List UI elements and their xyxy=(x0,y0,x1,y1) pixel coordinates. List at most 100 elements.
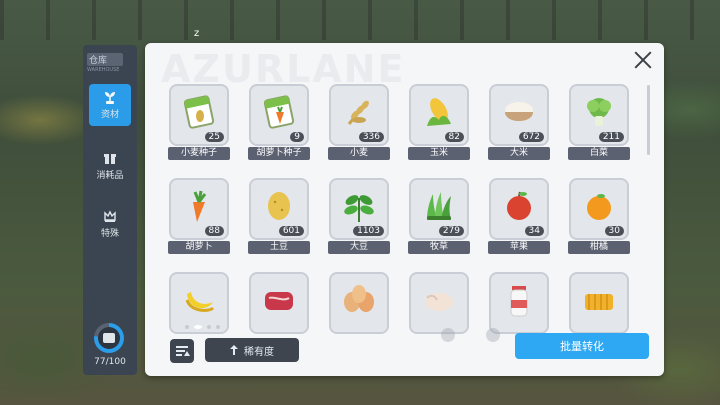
item-card: 25 xyxy=(169,84,229,146)
item-slot[interactable] xyxy=(408,272,470,334)
warehouse-panel: AZURLANE 25 小麦种子 9 胡萝卜种子 336 小麦 82 玉米 67… xyxy=(145,43,664,376)
item-name: 胡萝卜种子 xyxy=(248,147,310,160)
item-quantity: 30 xyxy=(604,226,624,236)
item-quantity: 9 xyxy=(290,132,304,142)
item-slot[interactable] xyxy=(488,272,550,334)
tab-consumables[interactable]: 消耗品 xyxy=(89,145,131,187)
item-slot[interactable]: 1103 大豆 xyxy=(328,178,390,254)
batch-convert-button[interactable]: 批量转化 xyxy=(515,333,649,359)
batch-convert-label: 批量转化 xyxy=(560,340,604,353)
item-slot[interactable]: 672 大米 xyxy=(488,84,550,160)
milk-bottle-icon xyxy=(510,286,528,317)
tab-special[interactable]: 特殊 xyxy=(89,203,131,245)
page-dot xyxy=(185,325,189,329)
filter-list-icon xyxy=(176,346,190,356)
item-card: 9 xyxy=(249,84,309,146)
item-slot[interactable]: 34 苹果 xyxy=(488,178,550,254)
background-hud-icon xyxy=(441,328,455,342)
item-slot[interactable]: 336 小麦 xyxy=(328,84,390,160)
filter-button[interactable] xyxy=(170,339,194,363)
item-quantity: 34 xyxy=(524,226,544,236)
tab-materials[interactable]: 资材 xyxy=(89,84,131,126)
sort-by-rarity-button[interactable]: 稀有度 xyxy=(205,338,299,362)
item-slot[interactable] xyxy=(248,272,310,334)
gift-icon xyxy=(104,154,116,164)
scrollbar[interactable] xyxy=(647,85,650,155)
item-quantity: 88 xyxy=(204,226,224,236)
item-card: 672 xyxy=(489,84,549,146)
chicken-icon xyxy=(425,293,453,311)
close-button[interactable] xyxy=(632,49,654,71)
item-name: 大豆 xyxy=(328,241,390,254)
item-quantity: 25 xyxy=(204,132,224,142)
item-name: 胡萝卜 xyxy=(168,241,230,254)
item-card xyxy=(489,272,549,334)
item-card xyxy=(329,272,389,334)
item-quantity: 211 xyxy=(598,132,624,142)
soybean-icon xyxy=(344,195,374,222)
item-name: 小麦种子 xyxy=(168,147,230,160)
sprout-icon xyxy=(105,92,115,104)
sidebar-title-en: WAREHOUSE xyxy=(87,67,120,73)
carrot-icon xyxy=(193,190,207,222)
carrot-seed-packet-icon xyxy=(263,95,295,129)
item-name: 大米 xyxy=(488,147,550,160)
item-slot[interactable]: 601 土豆 xyxy=(248,178,310,254)
wheat-icon xyxy=(347,100,369,125)
item-slot[interactable]: 9 胡萝卜种子 xyxy=(248,84,310,160)
item-slot[interactable] xyxy=(328,272,390,334)
item-card: 30 xyxy=(569,178,629,240)
warehouse-sidebar: 仓库 WAREHOUSE 资材 消耗品 特殊 77/100 xyxy=(83,45,137,375)
item-card xyxy=(409,272,469,334)
orange-icon xyxy=(587,194,611,220)
item-quantity: 336 xyxy=(358,132,384,142)
item-slot[interactable]: 279 牧草 xyxy=(408,178,470,254)
sidebar-title-text: 仓库 xyxy=(87,53,123,66)
honeycomb-icon xyxy=(585,294,613,310)
potato-icon xyxy=(268,192,290,220)
corn-icon xyxy=(427,98,451,126)
item-slot[interactable] xyxy=(568,272,630,334)
item-card: 279 xyxy=(409,178,469,240)
item-card: 34 xyxy=(489,178,549,240)
sleep-indicator: z xyxy=(194,28,200,39)
rice-bowl-icon xyxy=(505,102,533,121)
item-quantity: 82 xyxy=(444,132,464,142)
capacity-text: 77/100 xyxy=(94,357,126,367)
apple-icon xyxy=(507,191,531,220)
eggs-icon xyxy=(344,285,374,312)
item-quantity: 279 xyxy=(438,226,464,236)
item-slot[interactable]: 211 白菜 xyxy=(568,84,630,160)
banana-icon xyxy=(185,292,215,312)
item-slot[interactable]: 82 玉米 xyxy=(408,84,470,160)
tab-consumables-label: 消耗品 xyxy=(96,171,124,181)
item-slot[interactable]: 30 柑橘 xyxy=(568,178,630,254)
item-name: 苹果 xyxy=(488,241,550,254)
page-indicator xyxy=(185,325,220,329)
item-name: 玉米 xyxy=(408,147,470,160)
item-card: 82 xyxy=(409,84,469,146)
sidebar-title: 仓库 WAREHOUSE xyxy=(87,53,133,73)
item-card: 601 xyxy=(249,178,309,240)
background-fence xyxy=(0,0,720,40)
item-slot[interactable]: 25 小麦种子 xyxy=(168,84,230,160)
item-card: 1103 xyxy=(329,178,389,240)
sort-label: 稀有度 xyxy=(244,346,274,358)
item-card: 88 xyxy=(169,178,229,240)
item-name: 牧草 xyxy=(408,241,470,254)
item-quantity: 601 xyxy=(278,226,304,236)
panel-bottom-bar: 稀有度 批量转化 xyxy=(145,325,664,376)
item-slot[interactable]: 88 胡萝卜 xyxy=(168,178,230,254)
item-card: 336 xyxy=(329,84,389,146)
pasture-icon xyxy=(427,192,451,220)
storage-box-icon xyxy=(103,333,115,343)
item-card xyxy=(569,272,629,334)
crown-icon xyxy=(104,210,116,222)
rarity-sort-icon xyxy=(230,345,238,355)
item-grid: 25 小麦种子 9 胡萝卜种子 336 小麦 82 玉米 672 大米 211 … xyxy=(168,84,638,334)
item-name: 土豆 xyxy=(248,241,310,254)
background-hud-icon xyxy=(486,328,500,342)
item-name: 白菜 xyxy=(568,147,630,160)
item-card xyxy=(249,272,309,334)
item-quantity: 1103 xyxy=(353,226,384,236)
